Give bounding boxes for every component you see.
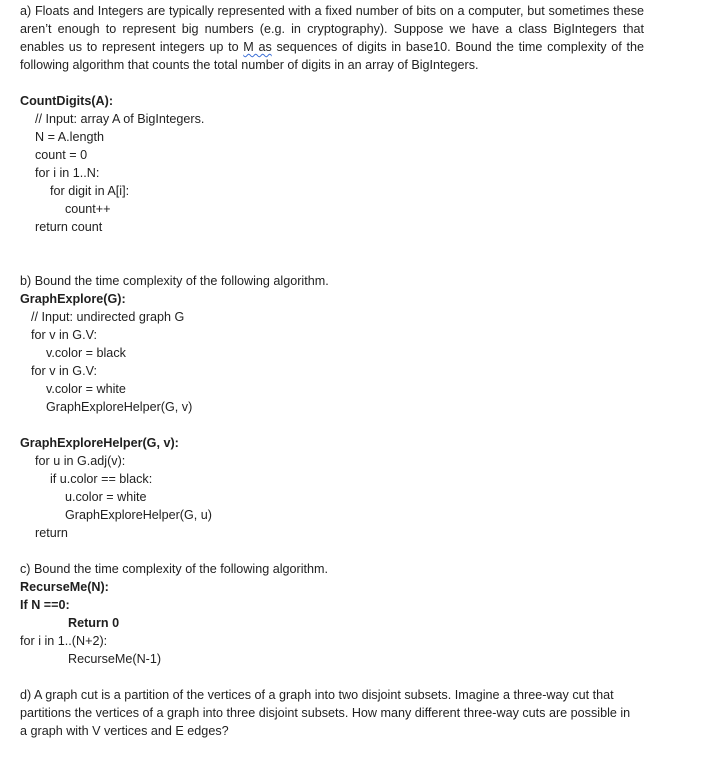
- question-b-text: b) Bound the time complexity of the foll…: [20, 274, 329, 288]
- question-a-text: a) Floats and Integers are typically rep…: [20, 2, 644, 74]
- code-line: if u.color == black:: [50, 472, 153, 486]
- code-line: v.color = white: [46, 382, 126, 396]
- code-line: for i in 1..(N+2):: [20, 634, 108, 648]
- spellcheck-flagged-text: M as: [243, 40, 272, 54]
- code-line: for v in G.V:: [31, 364, 98, 378]
- question-c-text: c) Bound the time complexity of the foll…: [20, 562, 328, 576]
- function-name-countdigits: CountDigits(A):: [20, 94, 114, 108]
- function-name-recurseme: RecurseMe(N):: [20, 580, 109, 594]
- code-line: RecurseMe(N-1): [68, 652, 162, 666]
- code-line: count++: [65, 202, 111, 216]
- question-d-text: d) A graph cut is a partition of the ver…: [20, 688, 631, 738]
- code-line: for v in G.V:: [31, 328, 98, 342]
- code-line: return: [35, 526, 68, 540]
- code-line: v.color = black: [46, 346, 126, 360]
- code-comment: // Input: array A of BigIntegers.: [35, 112, 205, 126]
- code-line: N = A.length: [35, 130, 104, 144]
- code-line: If N ==0:: [20, 598, 70, 612]
- function-name-graphexplorehelper: GraphExploreHelper(G, v):: [20, 436, 179, 450]
- function-name-graphexplore: GraphExplore(G):: [20, 292, 126, 306]
- code-line: count = 0: [35, 148, 88, 162]
- code-comment: // Input: undirected graph G: [31, 310, 185, 324]
- code-line: GraphExploreHelper(G, v): [46, 400, 193, 414]
- code-line: GraphExploreHelper(G, u): [65, 508, 212, 522]
- code-line: for i in 1..N:: [35, 166, 100, 180]
- code-line: Return 0: [68, 616, 120, 630]
- code-line: for u in G.adj(v):: [35, 454, 126, 468]
- code-line: u.color = white: [65, 490, 147, 504]
- code-line: return count: [35, 220, 103, 234]
- code-line: for digit in A[i]:: [50, 184, 130, 198]
